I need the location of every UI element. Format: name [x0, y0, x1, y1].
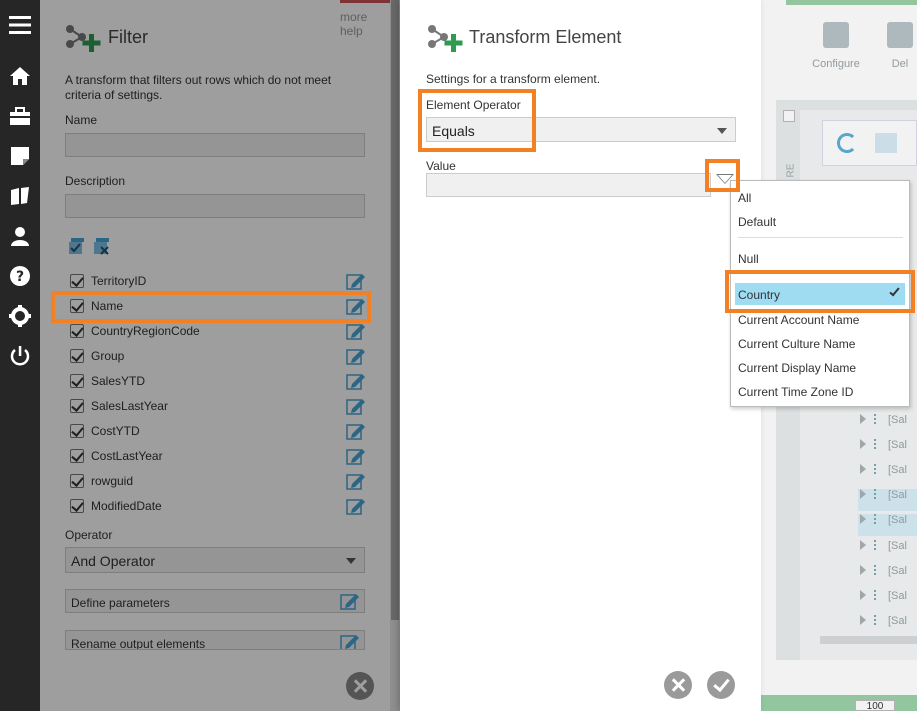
- help-icon[interactable]: ?: [8, 264, 32, 288]
- briefcase-icon[interactable]: [8, 104, 32, 128]
- ok-button[interactable]: [707, 671, 735, 699]
- panel-overlay: [40, 0, 400, 711]
- value-label: Value: [426, 159, 456, 173]
- highlight-element-operator: [418, 89, 536, 152]
- book-icon[interactable]: [8, 184, 32, 208]
- dropdown-item[interactable]: All: [731, 186, 909, 208]
- menu-icon[interactable]: [8, 13, 32, 37]
- dropdown-item[interactable]: Current Time Zone ID: [731, 380, 909, 402]
- user-icon[interactable]: [8, 224, 32, 248]
- dialog-description: Settings for a transform element.: [426, 72, 601, 86]
- highlight-name-field: [51, 291, 371, 323]
- highlight-country-item: [725, 270, 915, 313]
- dropdown-item[interactable]: Default: [731, 210, 909, 232]
- chevron-down-icon: [717, 128, 727, 134]
- dropdown-separator: [738, 237, 903, 238]
- cancel-button[interactable]: [664, 671, 692, 699]
- home-icon[interactable]: [8, 64, 32, 88]
- nav-rail: ?: [0, 0, 40, 711]
- highlight-dropdown-button: [705, 159, 740, 192]
- dropdown-item[interactable]: Current Culture Name: [731, 332, 909, 354]
- dropdown-item[interactable]: Current Display Name: [731, 356, 909, 378]
- dialog-title: Transform Element: [469, 27, 622, 47]
- dropdown-item-null[interactable]: Null: [731, 247, 909, 269]
- note-icon[interactable]: [8, 144, 32, 168]
- app-root: ? Configure Del RE [Sal [Sal [Sal [Sal […: [0, 0, 917, 711]
- transform-element-icon: [426, 22, 466, 54]
- value-input[interactable]: [426, 173, 711, 197]
- gear-icon[interactable]: [8, 304, 32, 328]
- svg-text:?: ?: [16, 269, 24, 285]
- power-icon[interactable]: [8, 344, 32, 368]
